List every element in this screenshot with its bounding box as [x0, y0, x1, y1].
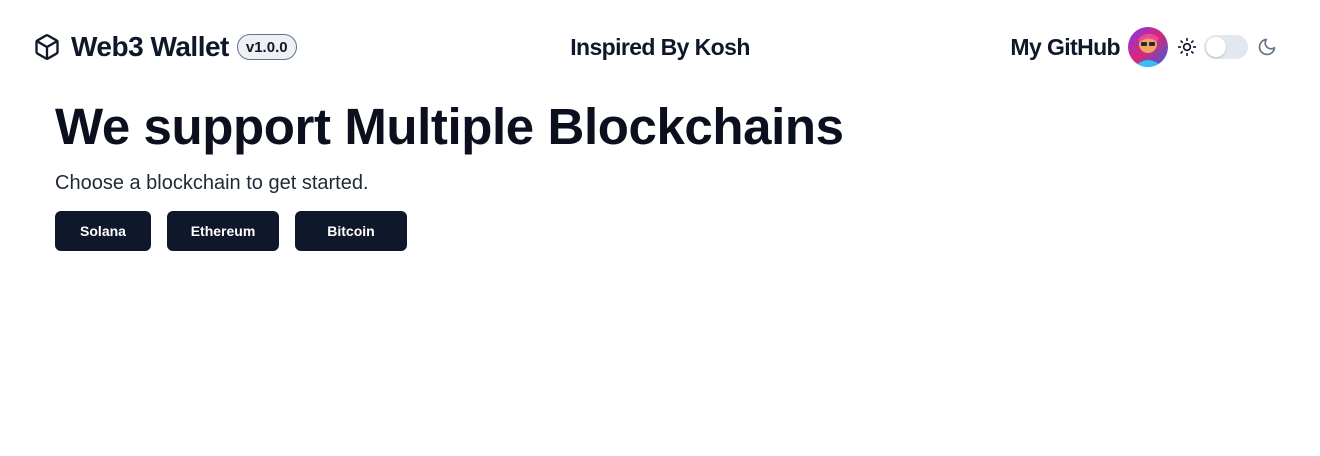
avatar[interactable] — [1128, 27, 1168, 67]
theme-toggle-knob — [1206, 37, 1226, 57]
chain-button-group: Solana Ethereum Bitcoin — [55, 211, 844, 251]
main-content: We support Multiple Blockchains Choose a… — [55, 96, 844, 251]
header-actions: My GitHub — [1010, 27, 1278, 67]
page-title: We support Multiple Blockchains — [55, 98, 844, 155]
app-header: Web3 Wallet v1.0.0 Inspired By Kosh My G… — [0, 0, 1320, 96]
ethereum-button[interactable]: Ethereum — [167, 211, 279, 251]
moon-icon[interactable] — [1256, 36, 1278, 58]
theme-toggle[interactable] — [1204, 35, 1248, 59]
page-subtitle: Choose a blockchain to get started. — [55, 172, 369, 194]
solana-button[interactable]: Solana — [55, 211, 151, 251]
tagline: Inspired By Kosh — [570, 34, 750, 60]
sun-icon[interactable] — [1176, 36, 1198, 58]
bitcoin-button[interactable]: Bitcoin — [295, 211, 407, 251]
github-link[interactable]: My GitHub — [1010, 34, 1120, 61]
